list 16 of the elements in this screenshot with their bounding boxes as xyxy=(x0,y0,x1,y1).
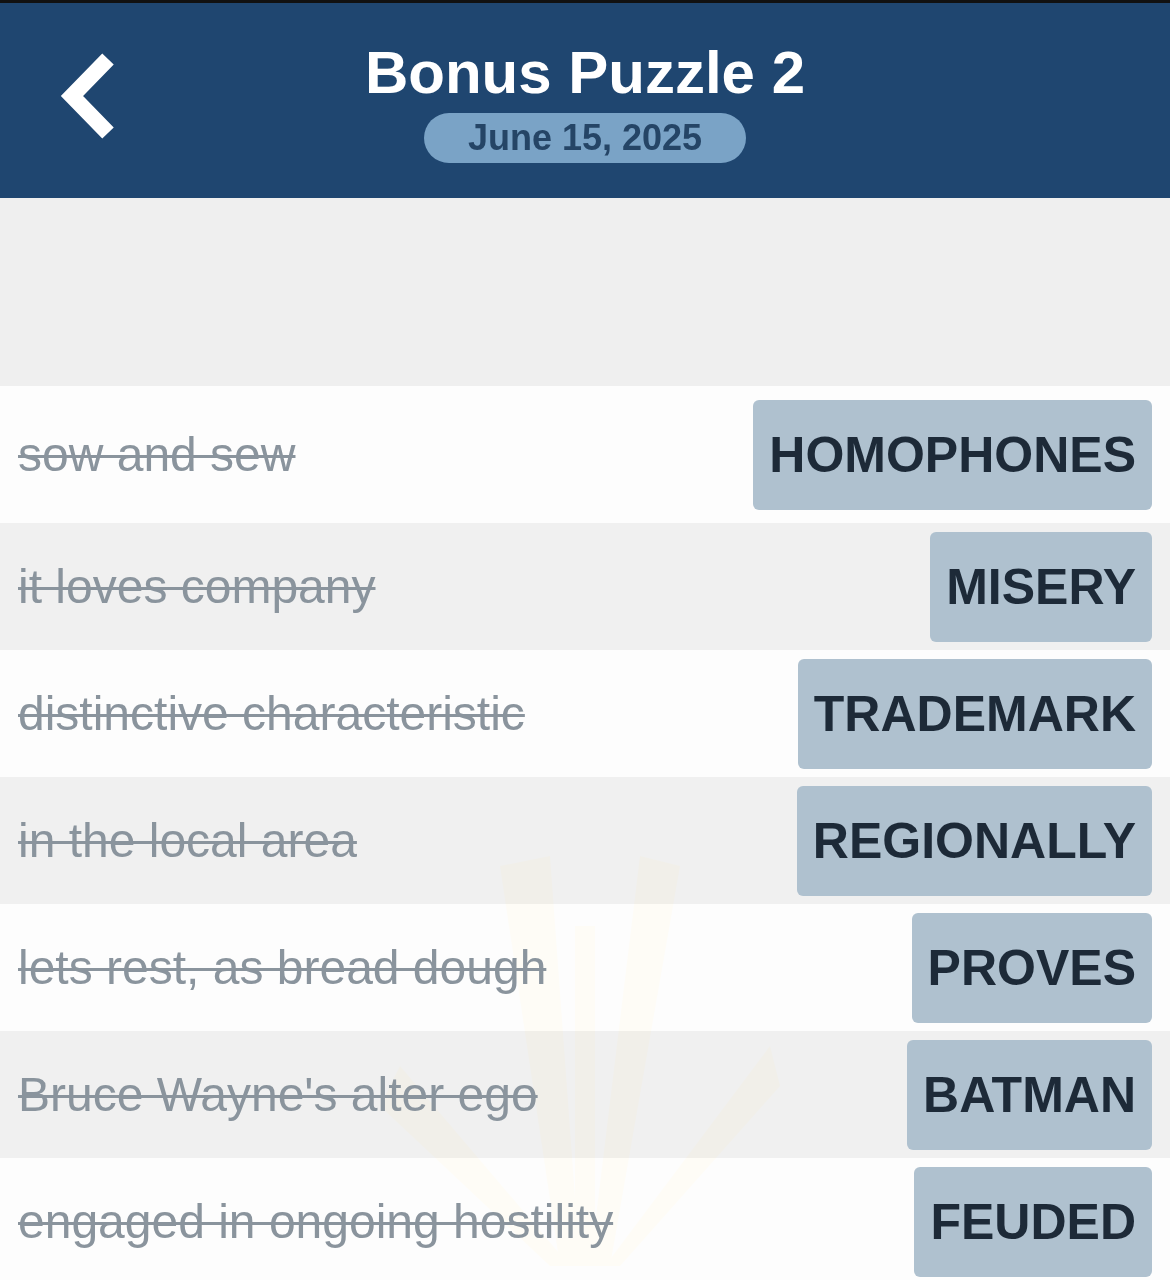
clue-text: it loves company xyxy=(18,559,376,614)
answer-tile[interactable]: MISERY xyxy=(930,531,1152,642)
answer-tile[interactable]: FEUDED xyxy=(914,1166,1152,1277)
clue-text: lets rest, as bread dough xyxy=(18,940,547,995)
clue-text: distinctive characteristic xyxy=(18,686,525,741)
clue-text: Bruce Wayne's alter ego xyxy=(18,1067,538,1122)
clue-text: sow and sew xyxy=(18,427,296,482)
clue-text: engaged in ongoing hostility xyxy=(18,1194,614,1249)
puzzle-title: Bonus Puzzle 2 xyxy=(364,38,806,107)
answer-tile[interactable]: PROVES xyxy=(911,912,1152,1023)
answer-tile[interactable]: REGIONALLY xyxy=(796,785,1152,896)
answer-tile[interactable]: HOMOPHONES xyxy=(753,399,1152,510)
answer-tile[interactable]: BATMAN xyxy=(907,1039,1152,1150)
answer-tile[interactable]: TRADEMARK xyxy=(797,658,1152,769)
date-badge: June 15, 2025 xyxy=(423,113,747,163)
clue-text: in the local area xyxy=(18,813,357,868)
